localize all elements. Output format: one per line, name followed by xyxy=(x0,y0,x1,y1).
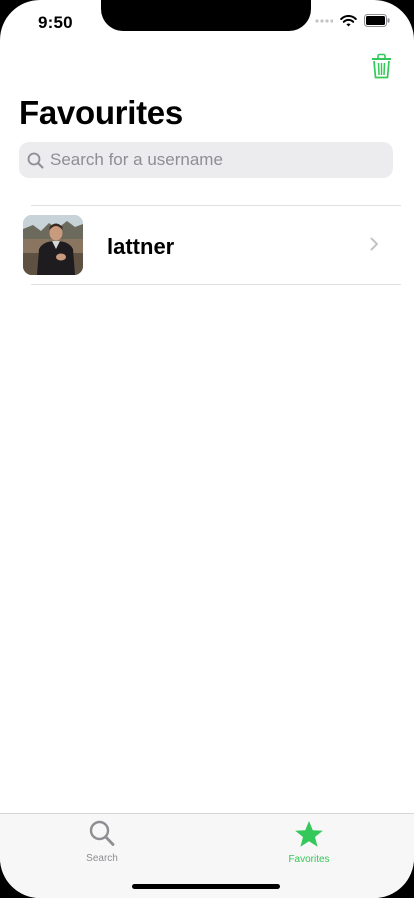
avatar xyxy=(23,215,83,275)
star-icon xyxy=(295,821,323,847)
search-input[interactable] xyxy=(50,150,370,170)
status-time: 9:50 xyxy=(38,13,73,32)
tab-search-label: Search xyxy=(86,853,118,864)
favorite-row[interactable]: lattner xyxy=(0,206,414,284)
home-indicator xyxy=(132,884,280,889)
tab-favorites[interactable]: Favorites xyxy=(254,820,364,865)
app-screen: 9:50 Favourites Search for a username la… xyxy=(0,0,414,898)
wifi-icon xyxy=(340,14,357,26)
chevron-right-icon xyxy=(370,237,378,251)
cellular-signal-icon xyxy=(315,18,333,23)
search-bar[interactable] xyxy=(19,142,393,178)
search-icon xyxy=(27,152,44,168)
favorite-username: lattner xyxy=(107,234,175,259)
list-bottom-divider xyxy=(31,284,401,285)
tab-search[interactable]: Search xyxy=(47,820,157,864)
battery-icon xyxy=(364,14,390,27)
trash-icon[interactable] xyxy=(370,53,393,79)
tab-favorites-label: Favorites xyxy=(288,854,330,865)
magnifying-glass-icon xyxy=(89,820,115,846)
status-icons xyxy=(315,14,390,27)
device-notch xyxy=(101,0,311,31)
page-title: Favourites xyxy=(19,94,183,131)
